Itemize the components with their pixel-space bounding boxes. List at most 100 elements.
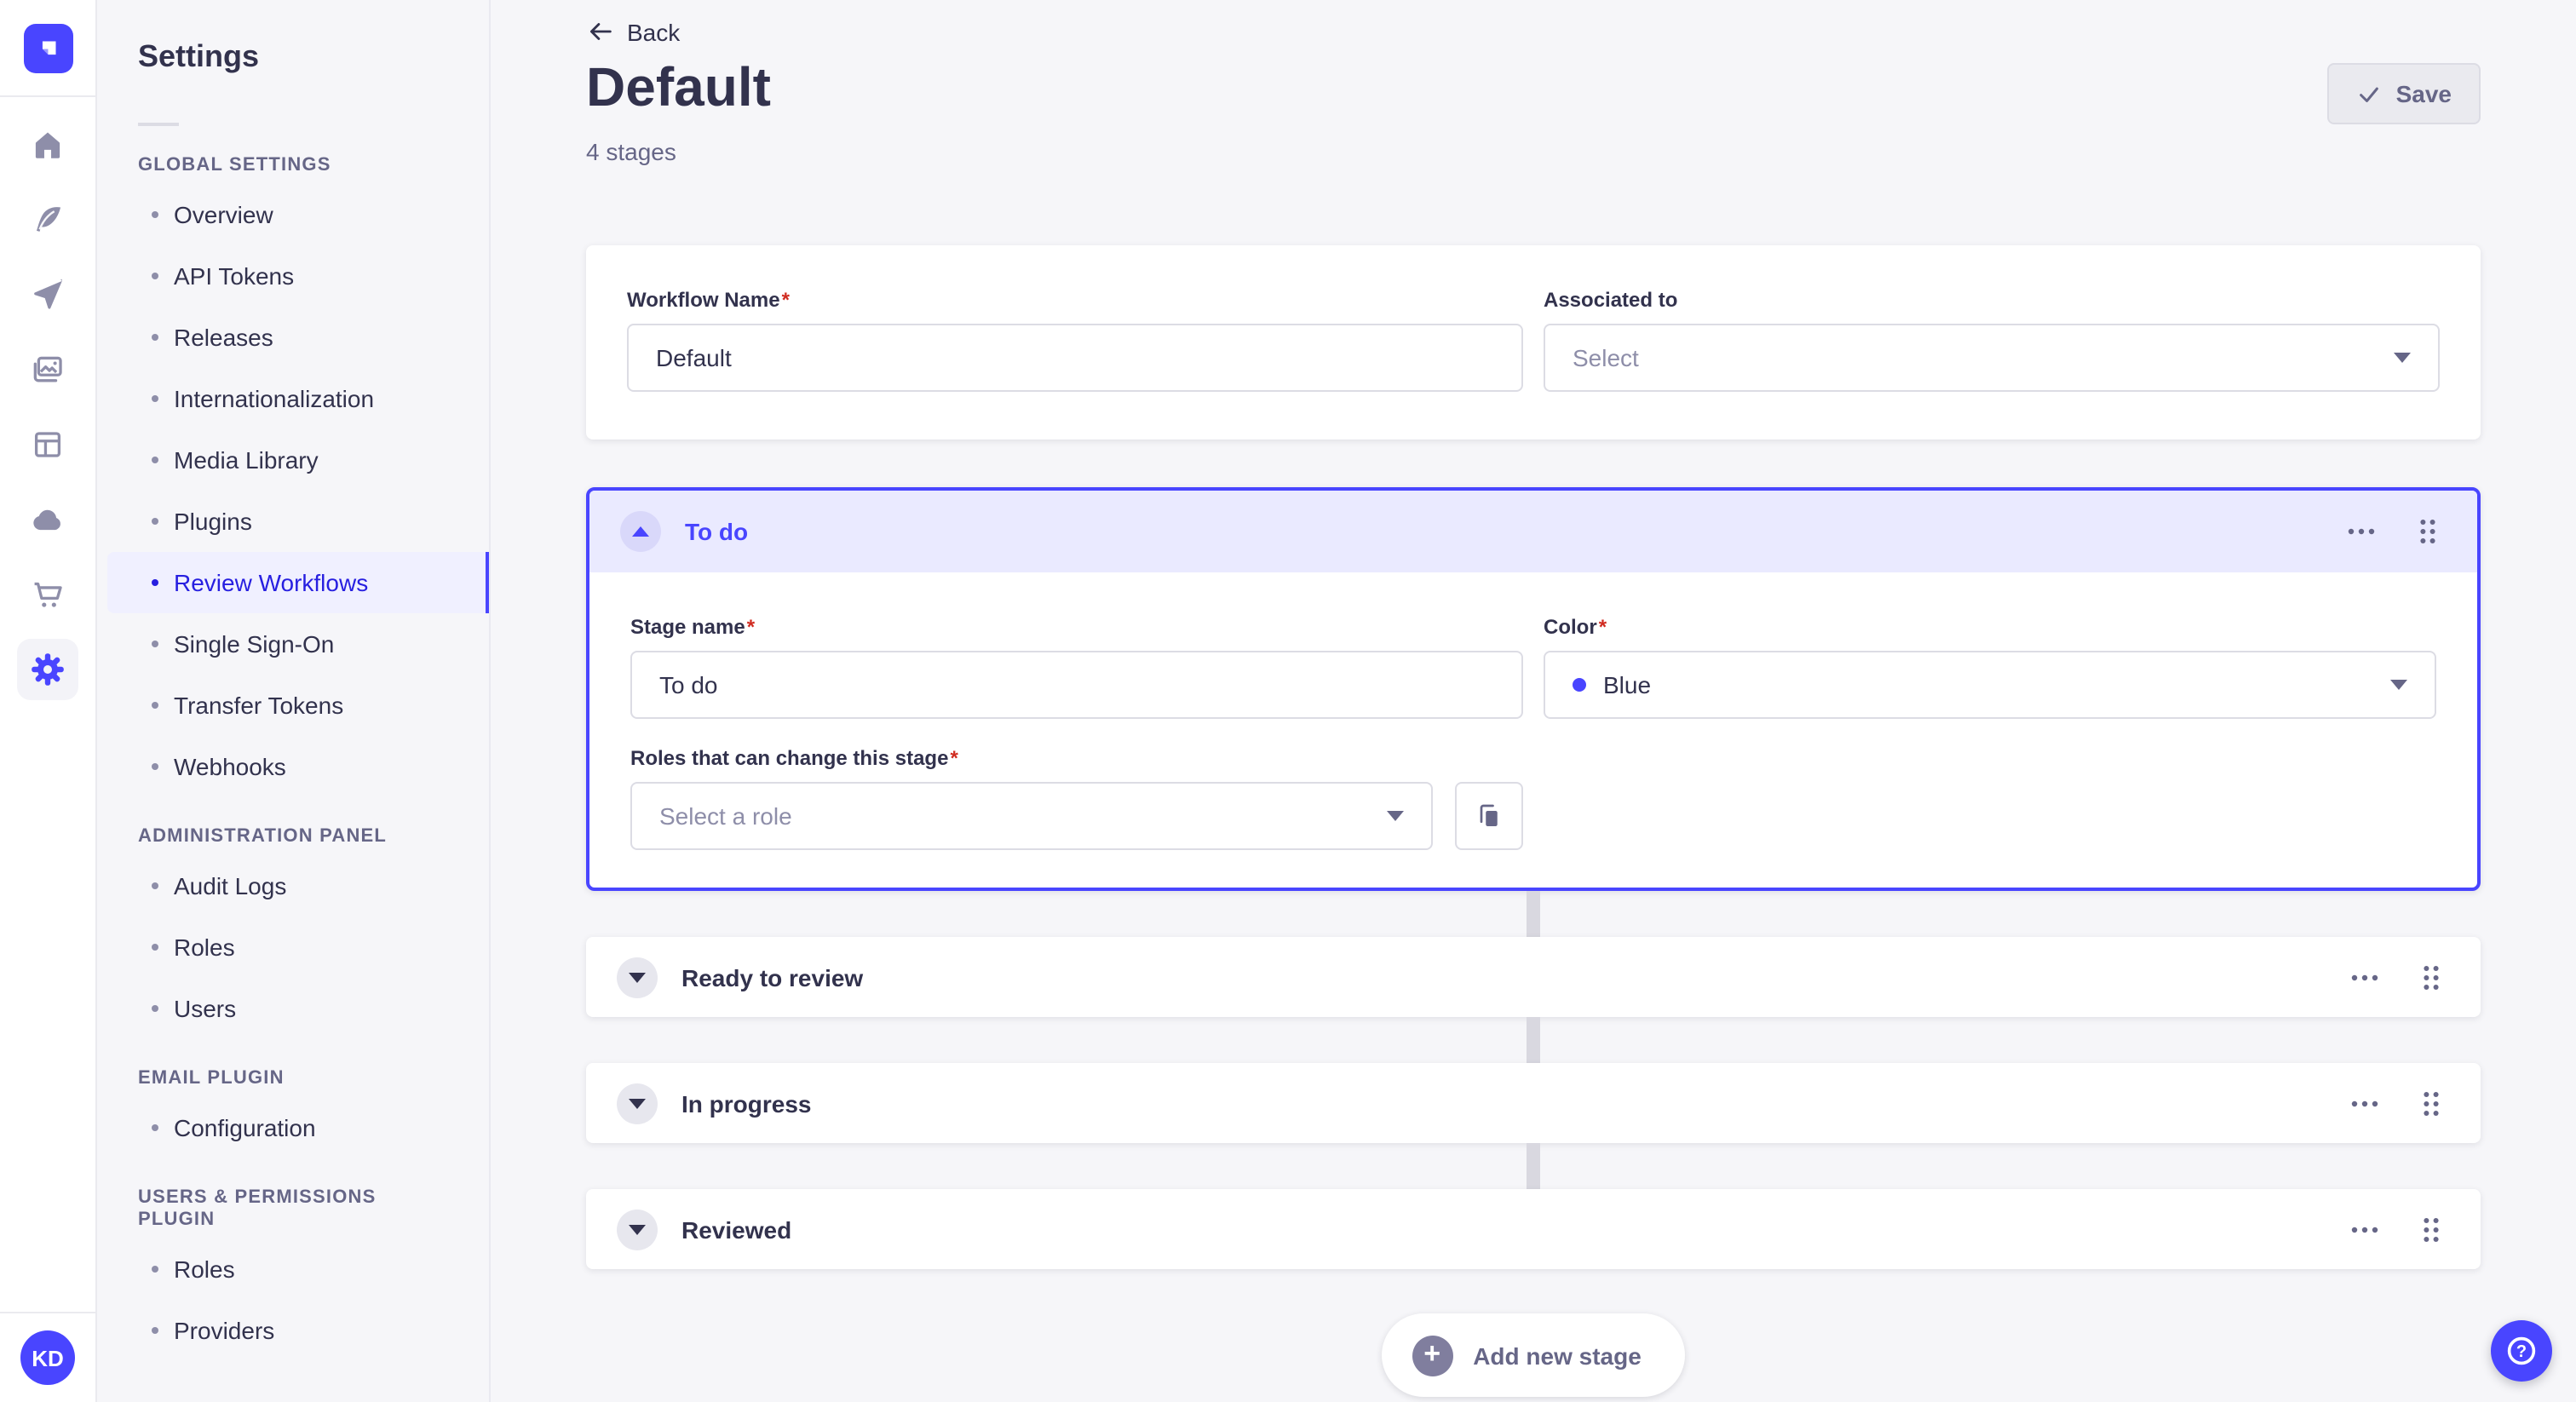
sidebar-item-label: Roles [174, 1255, 235, 1283]
drag-dots-icon [2424, 1091, 2439, 1115]
nav-section-heading: USERS & PERMISSIONS PLUGIN [138, 1187, 377, 1230]
stage-roles-placeholder: Select a role [659, 802, 792, 830]
page-title: Default [586, 56, 771, 118]
pictures-icon [29, 351, 66, 388]
stage-row-title: Ready to review [681, 963, 864, 991]
rail-item-home[interactable] [17, 114, 78, 175]
sidebar-item-transfer-tokens[interactable]: Transfer Tokens [97, 675, 489, 736]
stage-row-ready-to-review[interactable]: Ready to review [586, 937, 2481, 1017]
feather-icon [29, 201, 66, 238]
stage-row-reviewed[interactable]: Reviewed [586, 1189, 2481, 1269]
stage-drag-handle[interactable] [2419, 1086, 2443, 1120]
stage-more-button[interactable] [2344, 525, 2378, 538]
stage-drag-handle[interactable] [2416, 514, 2440, 549]
bullet-icon [152, 273, 158, 279]
stage-row-title: Reviewed [681, 1215, 792, 1243]
workflow-name-field: Workflow Name [627, 288, 1523, 392]
stage-row-title: In progress [681, 1089, 812, 1117]
sidebar-item-label: Single Sign-On [174, 630, 335, 658]
rail-item-marketplace[interactable] [17, 564, 78, 625]
help-button[interactable]: ? [2491, 1320, 2552, 1382]
stage-color-value: Blue [1603, 671, 1652, 698]
stage-roles-select[interactable]: Select a role [630, 782, 1433, 850]
stage-todo-body: Stage name Color Blue [589, 572, 2477, 888]
avatar[interactable]: KD [20, 1330, 75, 1385]
bullet-icon [152, 1327, 158, 1334]
sidebar-item-media-library[interactable]: Media Library [97, 429, 489, 491]
sidebar-item-label: Roles [174, 934, 235, 961]
rail-item-releases[interactable] [17, 264, 78, 325]
stage-more-button[interactable] [2348, 1222, 2382, 1236]
add-new-stage-button[interactable]: + Add new stage [1381, 1313, 1686, 1397]
sidebar-item-api-tokens[interactable]: API Tokens [97, 245, 489, 307]
workflow-name-label: Workflow Name [627, 288, 1523, 313]
associated-to-select[interactable]: Select [1544, 324, 2440, 392]
stage-roles-field: Roles that can change this stage Select … [630, 746, 1523, 850]
stage-drag-handle[interactable] [2419, 1212, 2443, 1246]
settings-sidebar: Settings GLOBAL SETTINGS Overview API Toke… [97, 0, 491, 1402]
stage-drag-handle[interactable] [2419, 960, 2443, 994]
expand-stage-button[interactable] [617, 957, 658, 997]
sidebar-title: Settings [138, 39, 260, 73]
sidebar-item-label: Audit Logs [174, 872, 287, 899]
sidebar-item-email-configuration[interactable]: Configuration [97, 1097, 489, 1158]
duplicate-roles-button[interactable] [1455, 782, 1523, 850]
rail-item-content[interactable] [17, 189, 78, 250]
bullet-icon [152, 944, 158, 951]
rail-bottom: KD [0, 1312, 95, 1402]
sidebar-item-releases[interactable]: Releases [97, 307, 489, 368]
bullet-icon [152, 882, 158, 889]
sidebar-item-label: Transfer Tokens [174, 692, 344, 719]
rail-item-settings[interactable] [17, 639, 78, 700]
stage-count: 4 stages [586, 138, 676, 165]
expand-stage-button[interactable] [617, 1083, 658, 1123]
sidebar-item-users[interactable]: Users [97, 978, 489, 1039]
rail-item-media[interactable] [17, 339, 78, 400]
stage-todo-header[interactable]: To do [589, 491, 2477, 572]
sidebar-item-plugins[interactable]: Plugins [97, 491, 489, 552]
bullet-icon [152, 1266, 158, 1273]
save-button[interactable]: Save [2327, 63, 2481, 124]
bullet-icon [152, 763, 158, 770]
stage-more-button[interactable] [2348, 970, 2382, 984]
triangle-down-icon [629, 1224, 646, 1234]
app: KD Settings GLOBAL SETTINGS Overview API T… [0, 0, 2576, 1402]
stage-connector [1527, 891, 1540, 937]
stage-todo-controls [2344, 514, 2447, 549]
drag-dots-icon [2420, 520, 2435, 543]
stage-name-input[interactable] [630, 651, 1523, 719]
sidebar-item-internationalization[interactable]: Internationalization [97, 368, 489, 429]
sidebar-item-label: Overview [174, 201, 273, 228]
stage-color-label: Color [1544, 615, 2436, 641]
sidebar-item-audit-logs[interactable]: Audit Logs [97, 855, 489, 916]
workflow-form-card: Workflow Name Associated to Select [586, 245, 2481, 440]
drag-dots-icon [2424, 1217, 2439, 1241]
sidebar-item-review-workflows[interactable]: Review Workflows [107, 552, 489, 613]
sidebar-item-single-sign-on[interactable]: Single Sign-On [97, 613, 489, 675]
sidebar-item-overview[interactable]: Overview [97, 184, 489, 245]
question-mark-icon: ? [2507, 1336, 2536, 1365]
rail-item-deploy[interactable] [17, 489, 78, 550]
back-link[interactable]: Back [586, 17, 680, 46]
triangle-down-icon [629, 1098, 646, 1108]
sidebar-item-webhooks[interactable]: Webhooks [97, 736, 489, 797]
settings-nav-sections: GLOBAL SETTINGS Overview API Tokens Release… [97, 155, 489, 1361]
stage-color-select[interactable]: Blue [1544, 651, 2436, 719]
rail-item-content-type-builder[interactable] [17, 414, 78, 475]
associated-to-field: Associated to Select [1544, 288, 2440, 392]
plus-circle-icon: + [1412, 1335, 1453, 1376]
stage-more-button[interactable] [2348, 1096, 2382, 1110]
sidebar-item-admin-roles[interactable]: Roles [97, 916, 489, 978]
bullet-icon [152, 334, 158, 341]
collapse-stage-button[interactable] [620, 511, 661, 552]
chevron-down-icon [1387, 811, 1404, 821]
strapi-logo[interactable] [23, 23, 72, 72]
sidebar-item-up-roles[interactable]: Roles [97, 1238, 489, 1300]
workflow-name-input[interactable] [627, 324, 1523, 392]
sidebar-item-providers[interactable]: Providers [97, 1300, 489, 1361]
expand-stage-button[interactable] [617, 1209, 658, 1250]
more-dots-icon [2351, 1100, 2378, 1106]
color-dot-icon [1573, 678, 1586, 692]
chevron-down-icon [2390, 680, 2407, 690]
stage-row-in-progress[interactable]: In progress [586, 1063, 2481, 1143]
